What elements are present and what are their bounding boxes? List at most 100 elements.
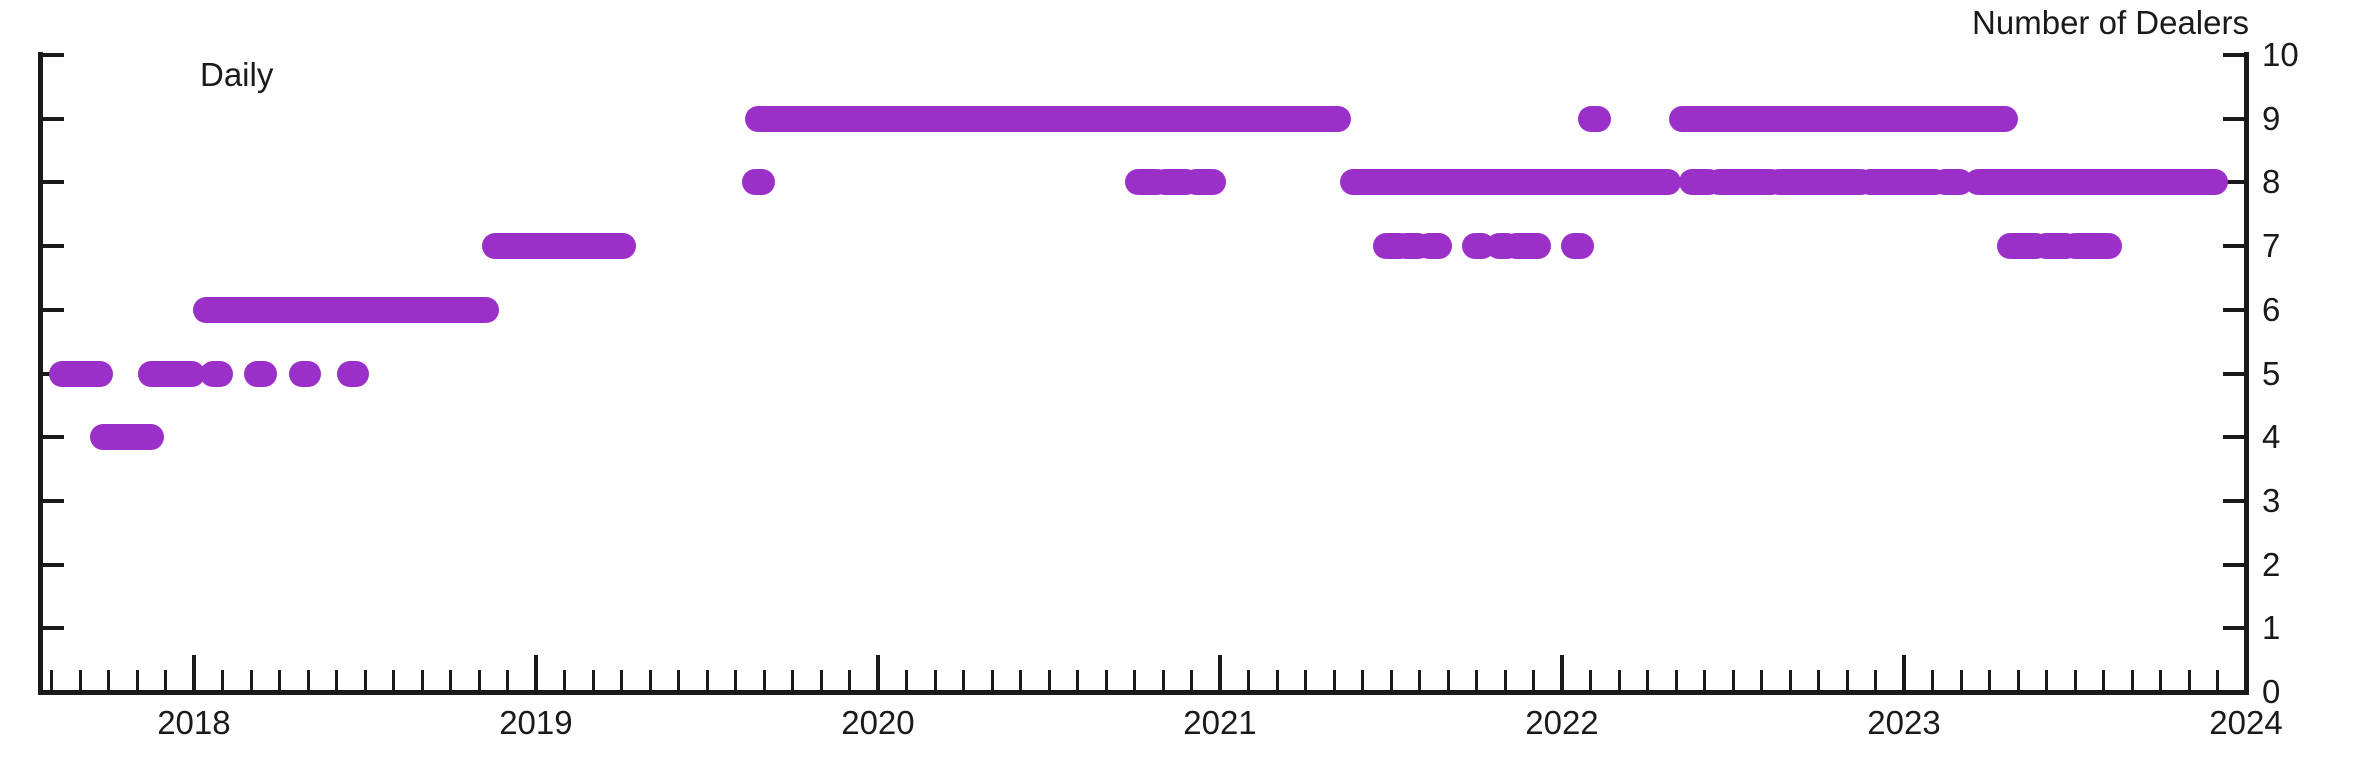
x-tick-minor (78, 670, 82, 690)
y-tick-label-2: 2 (2262, 545, 2281, 583)
y-tick-right-8 (2223, 180, 2244, 185)
y-tick-6 (43, 307, 64, 312)
data-mark-level-7 (1461, 233, 1495, 260)
data-mark-level-8 (1340, 169, 1681, 196)
x-tick-label-2024: 2024 (2209, 704, 2283, 741)
data-mark-level-8 (1964, 169, 2229, 196)
x-tick-label-2020: 2020 (841, 704, 915, 741)
x-tick-minor (306, 670, 310, 690)
x-tick-minor (1760, 670, 1764, 690)
data-mark-level-8 (741, 169, 775, 196)
x-tick-minor (762, 670, 766, 690)
x-tick-minor (2073, 670, 2077, 690)
x-tick-minor (648, 670, 652, 690)
y-axis-right-spine (2244, 52, 2249, 694)
y-tick-right-7 (2223, 244, 2244, 249)
data-mark-level-5 (199, 360, 233, 387)
x-tick-minor (962, 670, 966, 690)
x-tick-minor (164, 670, 168, 690)
x-tick-minor (1959, 670, 1963, 690)
y-tick-label-3: 3 (2262, 481, 2281, 519)
y-tick-9 (43, 116, 64, 121)
data-series-layer (0, 0, 2354, 768)
x-tick-minor (677, 670, 681, 690)
x-tick-minor (1646, 670, 1650, 690)
x-tick-minor (2159, 670, 2163, 690)
y-tick-right-4 (2223, 435, 2244, 440)
data-mark-level-9 (745, 105, 1351, 132)
data-mark-level-8 (1183, 169, 1227, 196)
data-mark-level-7 (1393, 233, 1432, 260)
x-tick-minor (819, 670, 823, 690)
x-tick-major (2244, 655, 2248, 690)
x-tick-minor (2216, 670, 2220, 690)
x-tick-minor (933, 670, 937, 690)
x-tick-minor (420, 670, 424, 690)
x-tick-minor (1019, 670, 1023, 690)
x-tick-minor (1731, 670, 1735, 690)
data-mark-level-7 (2032, 233, 2080, 260)
x-tick-minor (392, 670, 396, 690)
y-tick-4 (43, 435, 64, 440)
data-mark-level-9 (1668, 105, 2018, 132)
x-tick-minor (591, 670, 595, 690)
x-tick-major (1901, 655, 1906, 690)
x-tick-minor (2102, 670, 2106, 690)
x-tick-minor (1190, 670, 1194, 690)
y-axis-title: Number of Dealers (1972, 4, 2249, 41)
y-tick-3 (43, 498, 64, 503)
x-tick-label-2019: 2019 (499, 704, 573, 741)
x-tick-minor (1931, 670, 1935, 690)
x-tick-minor (1076, 670, 1080, 690)
x-tick-minor (705, 670, 709, 690)
y-tick-label-9: 9 (2262, 99, 2281, 137)
x-tick-minor (1617, 670, 1621, 690)
y-tick-right-1 (2223, 626, 2244, 631)
y-tick-right-0 (2223, 690, 2244, 694)
y-tick-label-5: 5 (2262, 354, 2281, 392)
x-tick-major (1559, 655, 1564, 690)
x-tick-major (1217, 655, 1222, 690)
x-tick-minor (1389, 670, 1393, 690)
x-tick-minor (50, 670, 54, 690)
x-tick-minor (990, 670, 994, 690)
chart-canvas: Number of Dealers Daily 10 9 8 7 6 5 4 3 2 1 0 201… (0, 0, 2354, 768)
x-tick-minor (363, 670, 367, 690)
x-tick-major (875, 655, 880, 690)
data-mark-level-7 (1997, 233, 2049, 260)
x-tick-minor (620, 670, 624, 690)
y-tick-right-10 (2223, 53, 2244, 57)
y-tick-1 (43, 626, 64, 631)
x-tick-minor (1703, 670, 1707, 690)
x-tick-minor (1332, 670, 1336, 690)
data-mark-level-7 (1372, 233, 1413, 260)
x-tick-minor (791, 670, 795, 690)
y-tick-right-5 (2223, 371, 2244, 376)
x-tick-minor (221, 670, 225, 690)
y-tick-right-2 (2223, 562, 2244, 567)
data-mark-level-9 (1578, 105, 1611, 132)
y-tick-8 (43, 180, 64, 185)
y-tick-label-8: 8 (2262, 163, 2281, 201)
y-tick-right-6 (2223, 307, 2244, 312)
x-tick-major (191, 655, 196, 690)
data-mark-level-5 (244, 360, 277, 387)
y-tick-label-1: 1 (2262, 609, 2281, 647)
x-tick-minor (1047, 670, 1051, 690)
y-tick-7 (43, 244, 64, 249)
x-tick-minor (135, 670, 139, 690)
y-tick-2 (43, 562, 64, 567)
x-tick-label-2023: 2023 (1867, 704, 1941, 741)
x-tick-minor (1133, 670, 1137, 690)
x-tick-minor (1304, 670, 1308, 690)
data-mark-level-7 (1560, 233, 1594, 260)
data-mark-level-7 (481, 233, 637, 260)
x-tick-label-2022: 2022 (1525, 704, 1599, 741)
x-tick-minor (1874, 670, 1878, 690)
y-tick-label-7: 7 (2262, 227, 2281, 265)
data-mark-level-4 (90, 424, 165, 451)
x-tick-minor (1161, 670, 1165, 690)
frequency-annotation: Daily (200, 56, 274, 93)
x-tick-minor (2045, 670, 2049, 690)
y-tick-label-4: 4 (2262, 418, 2281, 456)
